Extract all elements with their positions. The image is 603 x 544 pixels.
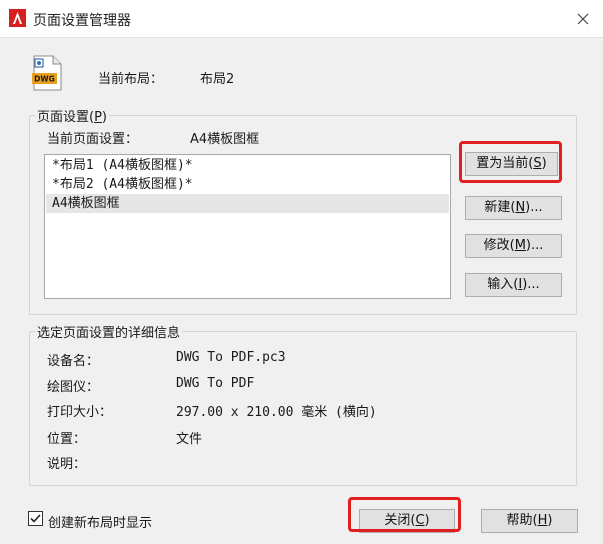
dwg-file-icon: DWG xyxy=(32,55,62,91)
modify-button[interactable]: 修改(M)... xyxy=(465,234,562,258)
device-name-label: 设备名： xyxy=(47,354,100,369)
plot-size-label: 打印大小： xyxy=(47,405,113,420)
set-current-button[interactable]: 置为当前(S) xyxy=(465,152,558,176)
location-value: 文件 xyxy=(176,432,203,447)
help-button[interactable]: 帮助(H) xyxy=(481,509,578,533)
window-title: 页面设置管理器 xyxy=(33,13,131,29)
location-label: 位置： xyxy=(47,432,87,447)
page-setup-legend: 页面设置(P) xyxy=(35,106,109,125)
dwg-icon-label: DWG xyxy=(34,75,55,84)
plotter-label: 绘图仪： xyxy=(47,380,100,395)
dialog-body: DWG 当前布局： 布局2 页面设置(P) 当前页面设置： A4横板图框 *布局… xyxy=(0,38,603,544)
autocad-app-icon xyxy=(9,9,26,27)
close-button[interactable]: 关闭(C) xyxy=(359,509,455,533)
title-bar: 页面设置管理器 xyxy=(0,0,603,38)
plot-size-value: 297.00 x 210.00 毫米 (横向) xyxy=(176,405,377,420)
import-button[interactable]: 输入(I)... xyxy=(465,273,562,297)
list-item[interactable]: *布局1 (A4横板图框)* xyxy=(46,156,449,175)
new-button[interactable]: 新建(N)... xyxy=(465,196,562,220)
list-item[interactable]: *布局2 (A4横板图框)* xyxy=(46,175,449,194)
show-on-new-layout-label[interactable]: 创建新布局时显示 xyxy=(48,512,152,531)
current-page-setup-value: A4横板图框 xyxy=(190,132,260,147)
plotter-value: DWG To PDF xyxy=(176,376,255,391)
details-legend: 选定页面设置的详细信息 xyxy=(35,322,183,341)
list-item[interactable]: A4横板图框 xyxy=(46,194,449,213)
close-icon[interactable] xyxy=(570,6,596,32)
description-label: 说明： xyxy=(47,457,87,472)
device-name-value: DWG To PDF.pc3 xyxy=(176,350,286,365)
current-layout-label: 当前布局： xyxy=(98,72,164,87)
current-page-setup-label: 当前页面设置： xyxy=(47,132,139,147)
show-on-new-layout-checkbox[interactable] xyxy=(28,511,43,526)
current-layout-value: 布局2 xyxy=(200,72,235,87)
checkmark-icon xyxy=(30,514,41,523)
page-setup-list[interactable]: *布局1 (A4横板图框)* *布局2 (A4横板图框)* A4横板图框 xyxy=(44,154,451,299)
